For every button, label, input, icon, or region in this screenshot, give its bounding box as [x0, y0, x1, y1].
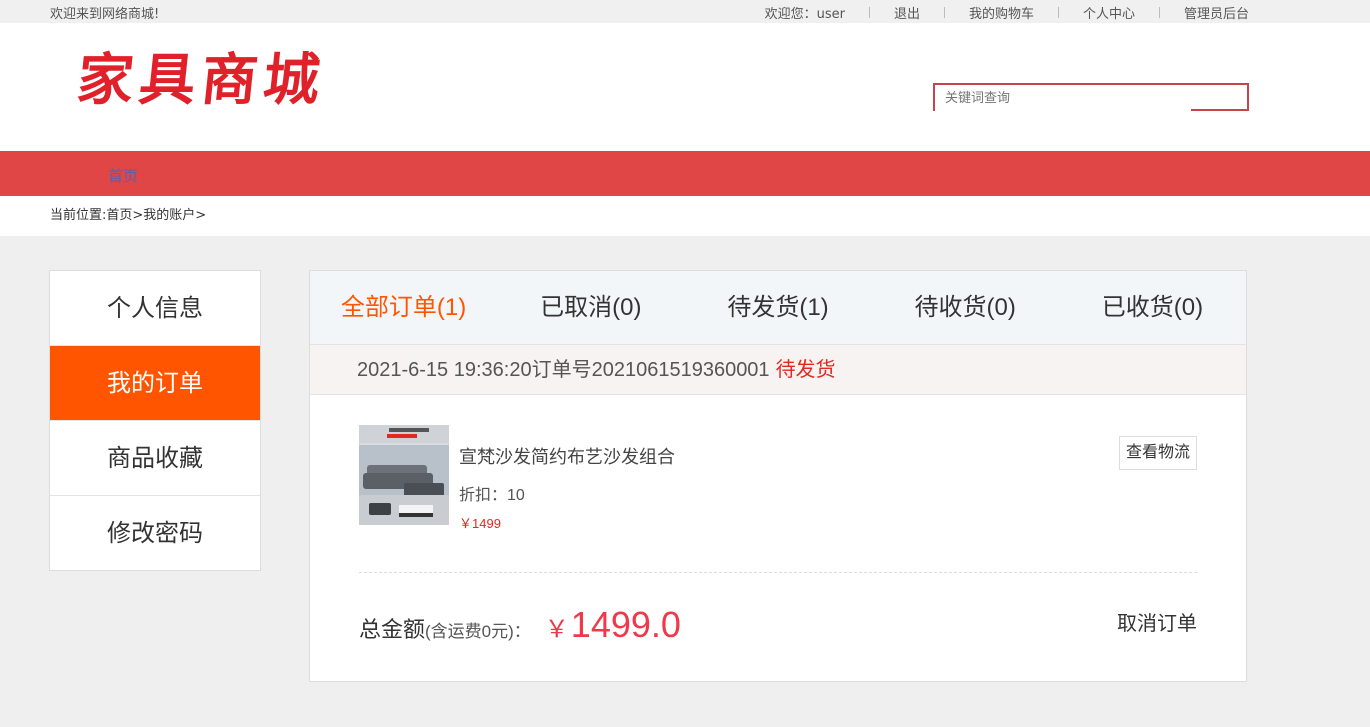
site-logo[interactable]: 家具商城 — [74, 35, 331, 116]
sidebar-item-my-orders[interactable]: 我的订单 — [50, 346, 260, 421]
total-shipping-note: (含运费0元)： — [425, 622, 531, 641]
product-image[interactable] — [359, 425, 449, 525]
search-button[interactable] — [1191, 109, 1249, 111]
header: 家具商城 — [0, 23, 1370, 151]
cancel-order-button[interactable]: 取消订单 — [1117, 607, 1197, 636]
user-greeting: 欢迎您：user — [764, 7, 845, 22]
order-header: 2021-6-15 19:36:20订单号2021061519360001 待发货 — [310, 345, 1246, 395]
product-discount: 折扣：10 — [459, 487, 525, 504]
main-nav: 首页 — [0, 151, 1370, 196]
profile-link[interactable]: 个人中心 — [1083, 3, 1135, 22]
tab-all-orders[interactable]: 全部订单(1) — [310, 271, 497, 344]
tab-pending-shipment[interactable]: 待发货(1) — [684, 271, 871, 344]
tab-cancelled[interactable]: 已取消(0) — [497, 271, 684, 344]
tab-pending-receipt[interactable]: 待收货(0) — [872, 271, 1059, 344]
sidebar-item-personal-info[interactable]: 个人信息 — [50, 271, 260, 346]
welcome-text: 欢迎来到网络商城! — [50, 7, 160, 22]
sidebar-item-favorites[interactable]: 商品收藏 — [50, 421, 260, 496]
admin-link[interactable]: 管理员后台 — [1184, 3, 1249, 22]
product-name[interactable]: 宣梵沙发简约布艺沙发组合 — [459, 443, 675, 469]
account-sidebar: 个人信息 我的订单 商品收藏 修改密码 — [49, 270, 261, 571]
order-status: 待发货 — [775, 359, 836, 381]
cart-link[interactable]: 我的购物车 — [969, 3, 1034, 22]
divider — [1158, 7, 1160, 18]
view-logistics-button[interactable]: 查看物流 — [1119, 436, 1197, 470]
total-label: 总金额 — [359, 617, 426, 642]
product-price: ￥1499 — [459, 516, 501, 531]
logout-link[interactable]: 退出 — [894, 3, 920, 22]
tab-received[interactable]: 已收货(0) — [1059, 271, 1246, 344]
top-bar: 欢迎来到网络商城! 欢迎您：user 退出 我的购物车 个人中心 管理员后台 — [0, 0, 1370, 23]
search-input[interactable] — [935, 85, 1185, 109]
breadcrumb-label: 当前位置: — [50, 208, 107, 223]
divider — [943, 7, 945, 18]
divider — [868, 7, 870, 18]
orders-panel: 全部订单(1) 已取消(0) 待发货(1) 待收货(0) 已收货(0) 2021… — [309, 270, 1247, 682]
order-info: 2021-6-15 19:36:20订单号2021061519360001 — [357, 359, 770, 381]
order-tabs: 全部订单(1) 已取消(0) 待发货(1) 待收货(0) 已收货(0) — [310, 271, 1246, 345]
order-item: 宣梵沙发简约布艺沙发组合 折扣：10 ￥1499 查看物流 — [359, 395, 1197, 573]
breadcrumb-path[interactable]: 首页>我的账户> — [106, 208, 206, 223]
nav-item-home[interactable]: 首页 — [108, 165, 138, 186]
breadcrumb: 当前位置:首页>我的账户> — [0, 196, 1370, 236]
divider — [1057, 7, 1059, 18]
total-currency: ￥ — [544, 616, 569, 643]
search-box — [933, 83, 1249, 111]
sidebar-item-change-password[interactable]: 修改密码 — [50, 496, 260, 571]
top-links: 欢迎您：user 退出 我的购物车 个人中心 管理员后台 — [765, 3, 1249, 22]
total-amount: 1499.0 — [570, 604, 681, 645]
order-total: 总金额(含运费0元)： ￥1499.0 — [359, 604, 681, 646]
